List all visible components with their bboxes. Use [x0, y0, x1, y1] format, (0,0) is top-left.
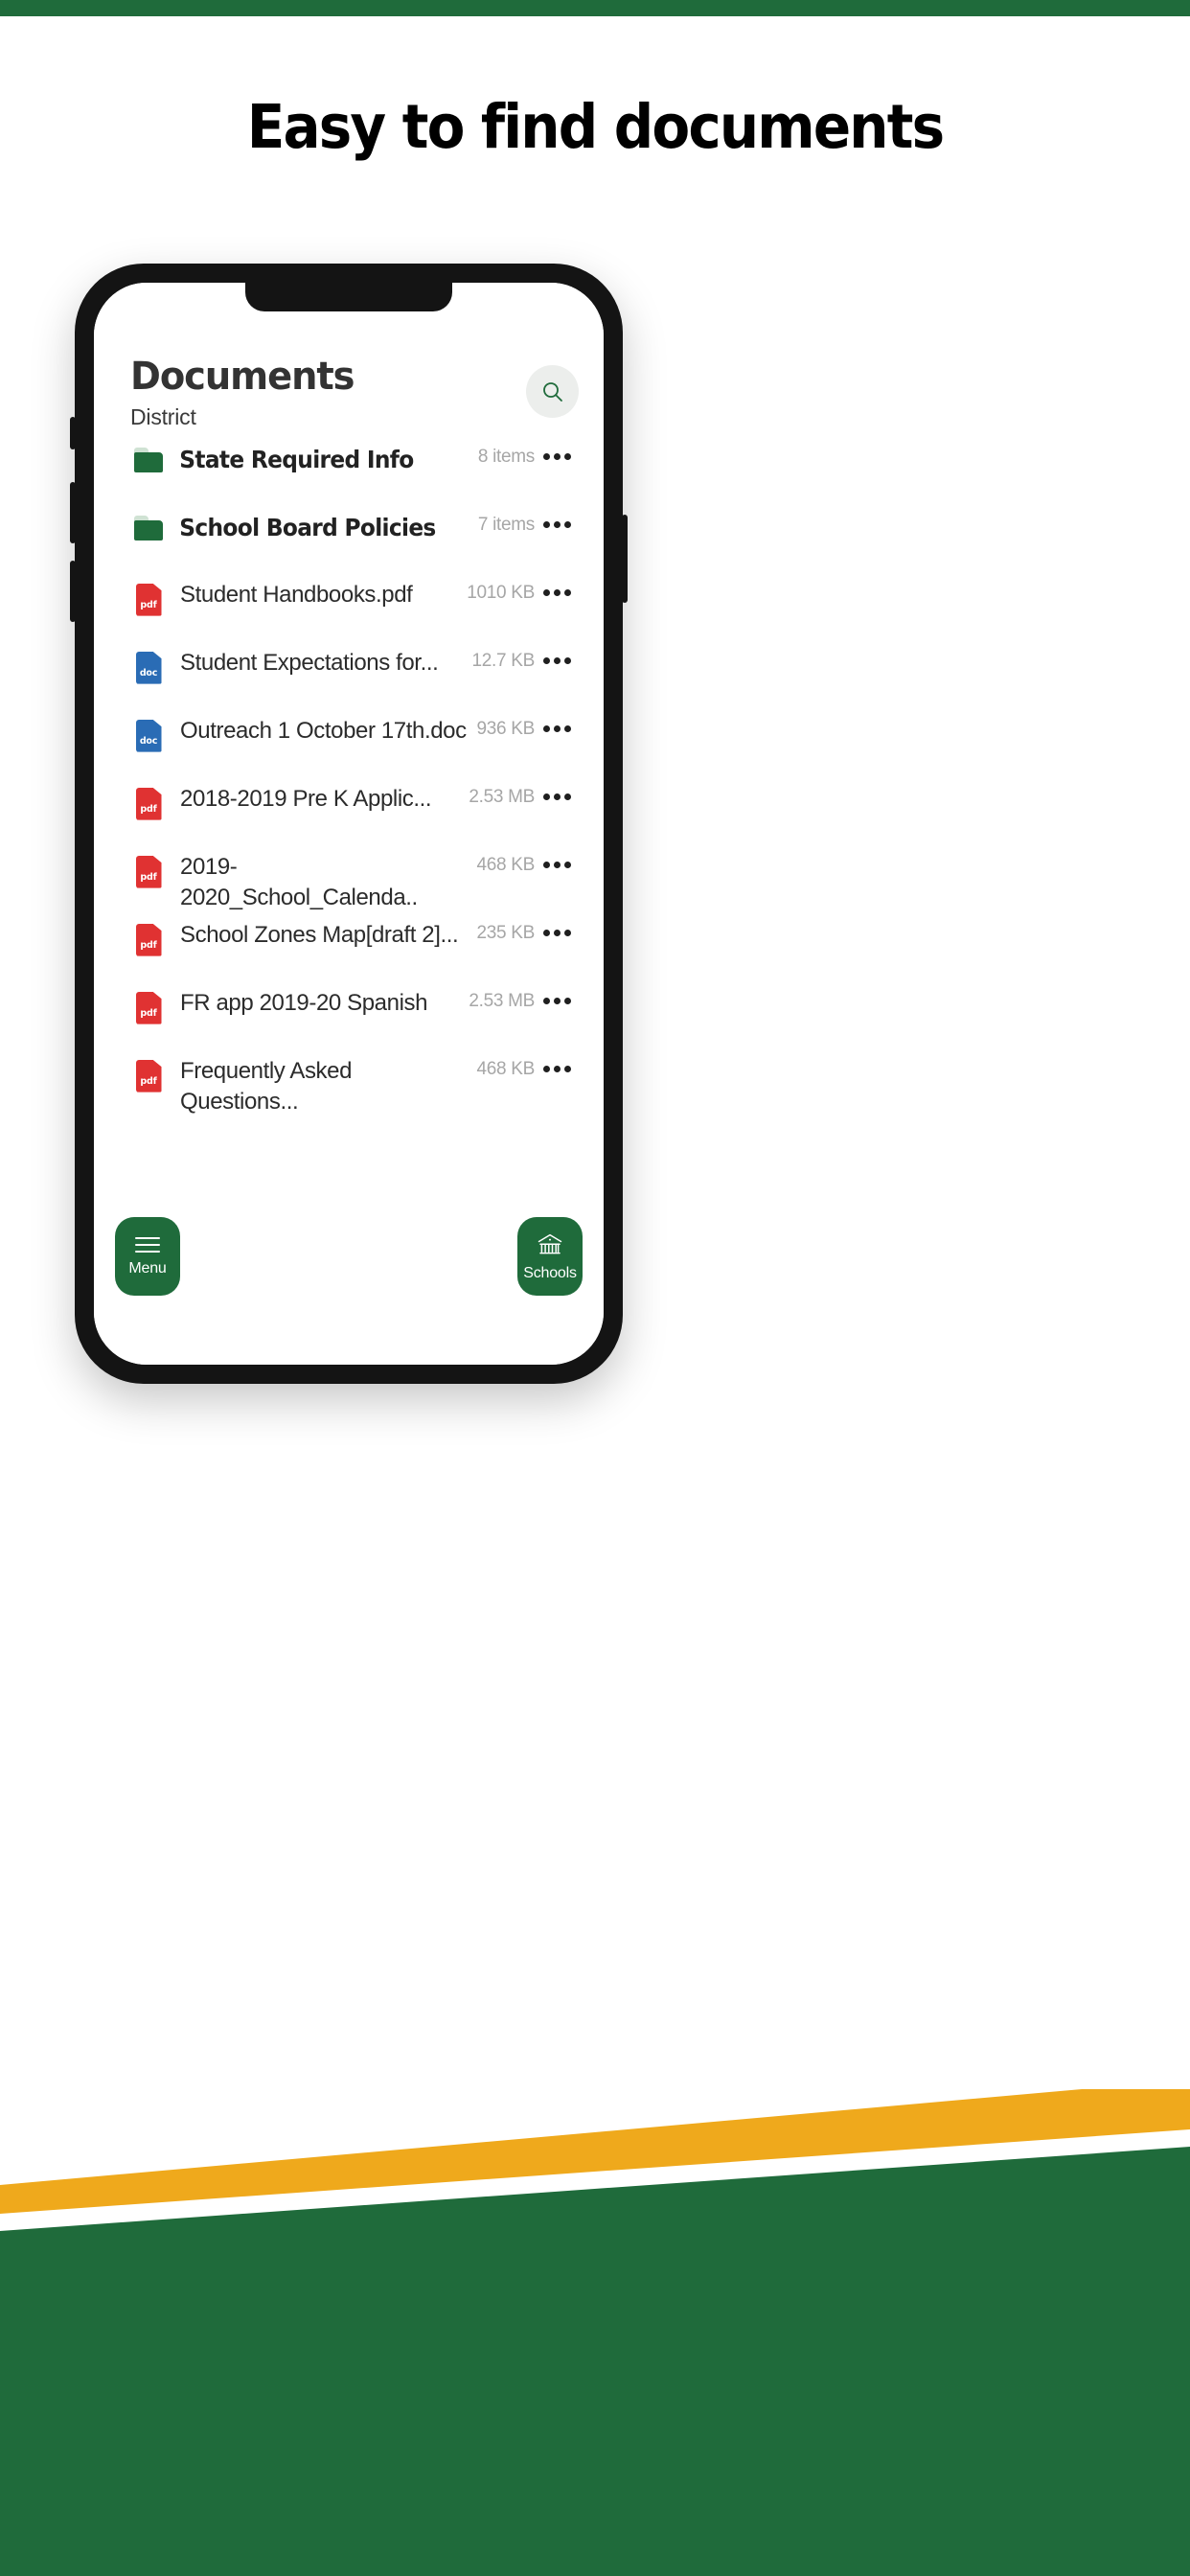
file-type-badge: pdf	[140, 940, 157, 952]
list-item[interactable]: pdf 2018-2019 Pre K Applic... 2.53 MB	[113, 784, 584, 852]
item-meta: 235 KB	[476, 922, 535, 943]
list-item[interactable]: pdf Student Handbooks.pdf 1010 KB	[113, 580, 584, 648]
row-icon	[130, 512, 167, 540]
pdf-file-icon: pdf	[135, 855, 162, 888]
phone-notch	[245, 283, 452, 311]
schools-button-label: Schools	[523, 1264, 577, 1281]
more-options-button[interactable]	[535, 716, 579, 732]
pdf-file-icon: pdf	[135, 583, 162, 616]
file-type-badge: pdf	[140, 1008, 157, 1020]
item-meta: 2.53 MB	[469, 990, 535, 1011]
item-meta: 2.53 MB	[469, 786, 535, 807]
row-icon: pdf	[130, 852, 167, 888]
promo-screenshot: Easy to find documents Documents Distric…	[0, 0, 1190, 2576]
row-icon: pdf	[130, 784, 167, 820]
search-button[interactable]	[526, 365, 579, 418]
hamburger-menu-icon	[135, 1236, 160, 1253]
file-type-badge: doc	[139, 736, 158, 748]
item-name: Student Expectations for...	[180, 649, 439, 676]
menu-button-label: Menu	[128, 1259, 167, 1276]
item-name: FR app 2019-20 Spanish	[180, 989, 428, 1016]
list-item[interactable]: pdf 2019-2020_School_Calenda.. 468 KB	[113, 852, 584, 920]
search-icon	[542, 381, 562, 402]
row-icon: pdf	[130, 580, 167, 616]
item-name: Student Handbooks.pdf	[180, 581, 413, 608]
item-meta: 1010 KB	[467, 582, 535, 603]
more-options-button[interactable]	[535, 988, 579, 1004]
volume-down-button[interactable]	[70, 561, 76, 622]
more-options-button[interactable]	[535, 920, 579, 936]
item-meta: 468 KB	[476, 1058, 535, 1079]
file-type-badge: doc	[139, 668, 158, 679]
pdf-file-icon: pdf	[135, 1059, 162, 1092]
row-icon: pdf	[130, 920, 167, 956]
pdf-file-icon: pdf	[135, 923, 162, 956]
item-meta: 468 KB	[476, 854, 535, 875]
item-meta: 7 items	[477, 514, 535, 535]
page-title: Documents	[130, 355, 355, 399]
file-type-badge: pdf	[140, 1076, 157, 1088]
more-options-button[interactable]	[535, 580, 579, 596]
more-options-button[interactable]	[535, 648, 579, 664]
menu-button[interactable]: Menu	[115, 1217, 180, 1296]
list-item[interactable]: pdf Frequently Asked Questions... 468 KB	[113, 1056, 584, 1124]
row-icon: doc	[130, 716, 167, 752]
phone-screen: Documents District State Required Info 8…	[94, 283, 604, 1365]
schools-button[interactable]: Schools	[517, 1217, 583, 1296]
doc-file-icon: doc	[135, 651, 162, 684]
list-item[interactable]: State Required Info 8 items	[113, 444, 584, 512]
background-shapes	[0, 2089, 1190, 2576]
item-name: 2018-2019 Pre K Applic...	[180, 785, 432, 812]
item-meta: 12.7 KB	[471, 650, 535, 671]
top-green-bar	[0, 0, 1190, 16]
page-subtitle: District	[130, 403, 196, 429]
more-options-button[interactable]	[535, 512, 579, 528]
title-block: Documents District	[130, 355, 363, 430]
bottom-navigation: Menu Schools	[94, 1217, 604, 1296]
list-item[interactable]: pdf School Zones Map[draft 2]... 235 KB	[113, 920, 584, 988]
item-name: Frequently Asked Questions...	[180, 1057, 353, 1116]
list-item[interactable]: School Board Policies 7 items	[113, 512, 584, 580]
background-decoration	[0, 2089, 1190, 2576]
item-name: 2019-2020_School_Calenda..	[180, 853, 418, 911]
more-options-button[interactable]	[535, 1056, 579, 1072]
item-name: School Zones Map[draft 2]...	[180, 921, 459, 948]
list-item[interactable]: doc Outreach 1 October 17th.doc 936 KB	[113, 716, 584, 784]
power-button[interactable]	[622, 515, 628, 603]
row-icon: pdf	[130, 1056, 167, 1092]
mute-switch[interactable]	[70, 417, 76, 449]
pdf-file-icon: pdf	[135, 991, 162, 1024]
folder-icon	[134, 515, 163, 540]
file-type-badge: pdf	[140, 804, 157, 816]
list-item[interactable]: pdf FR app 2019-20 Spanish 2.53 MB	[113, 988, 584, 1056]
document-list: State Required Info 8 items School Board…	[113, 444, 584, 1124]
folder-icon	[134, 447, 163, 472]
item-meta: 936 KB	[476, 718, 535, 739]
row-icon	[130, 444, 167, 472]
item-name: Outreach 1 October 17th.doc	[180, 717, 467, 744]
item-meta: 8 items	[477, 446, 535, 467]
phone-device: Documents District State Required Info 8…	[70, 264, 628, 1384]
file-type-badge: pdf	[140, 872, 157, 884]
more-options-button[interactable]	[535, 784, 579, 800]
file-type-badge: pdf	[140, 600, 157, 611]
doc-file-icon: doc	[135, 719, 162, 752]
row-icon: doc	[130, 648, 167, 684]
school-building-icon	[538, 1233, 562, 1254]
pdf-file-icon: pdf	[135, 787, 162, 820]
list-item[interactable]: doc Student Expectations for... 12.7 KB	[113, 648, 584, 716]
item-name: State Required Info	[179, 445, 414, 473]
more-options-button[interactable]	[535, 444, 579, 460]
item-name: School Board Policies	[179, 513, 436, 541]
row-icon: pdf	[130, 988, 167, 1024]
more-options-button[interactable]	[535, 852, 579, 868]
documents-app: Documents District State Required Info 8…	[94, 283, 604, 1365]
volume-up-button[interactable]	[70, 482, 76, 543]
page-headline: Easy to find documents	[246, 92, 945, 162]
